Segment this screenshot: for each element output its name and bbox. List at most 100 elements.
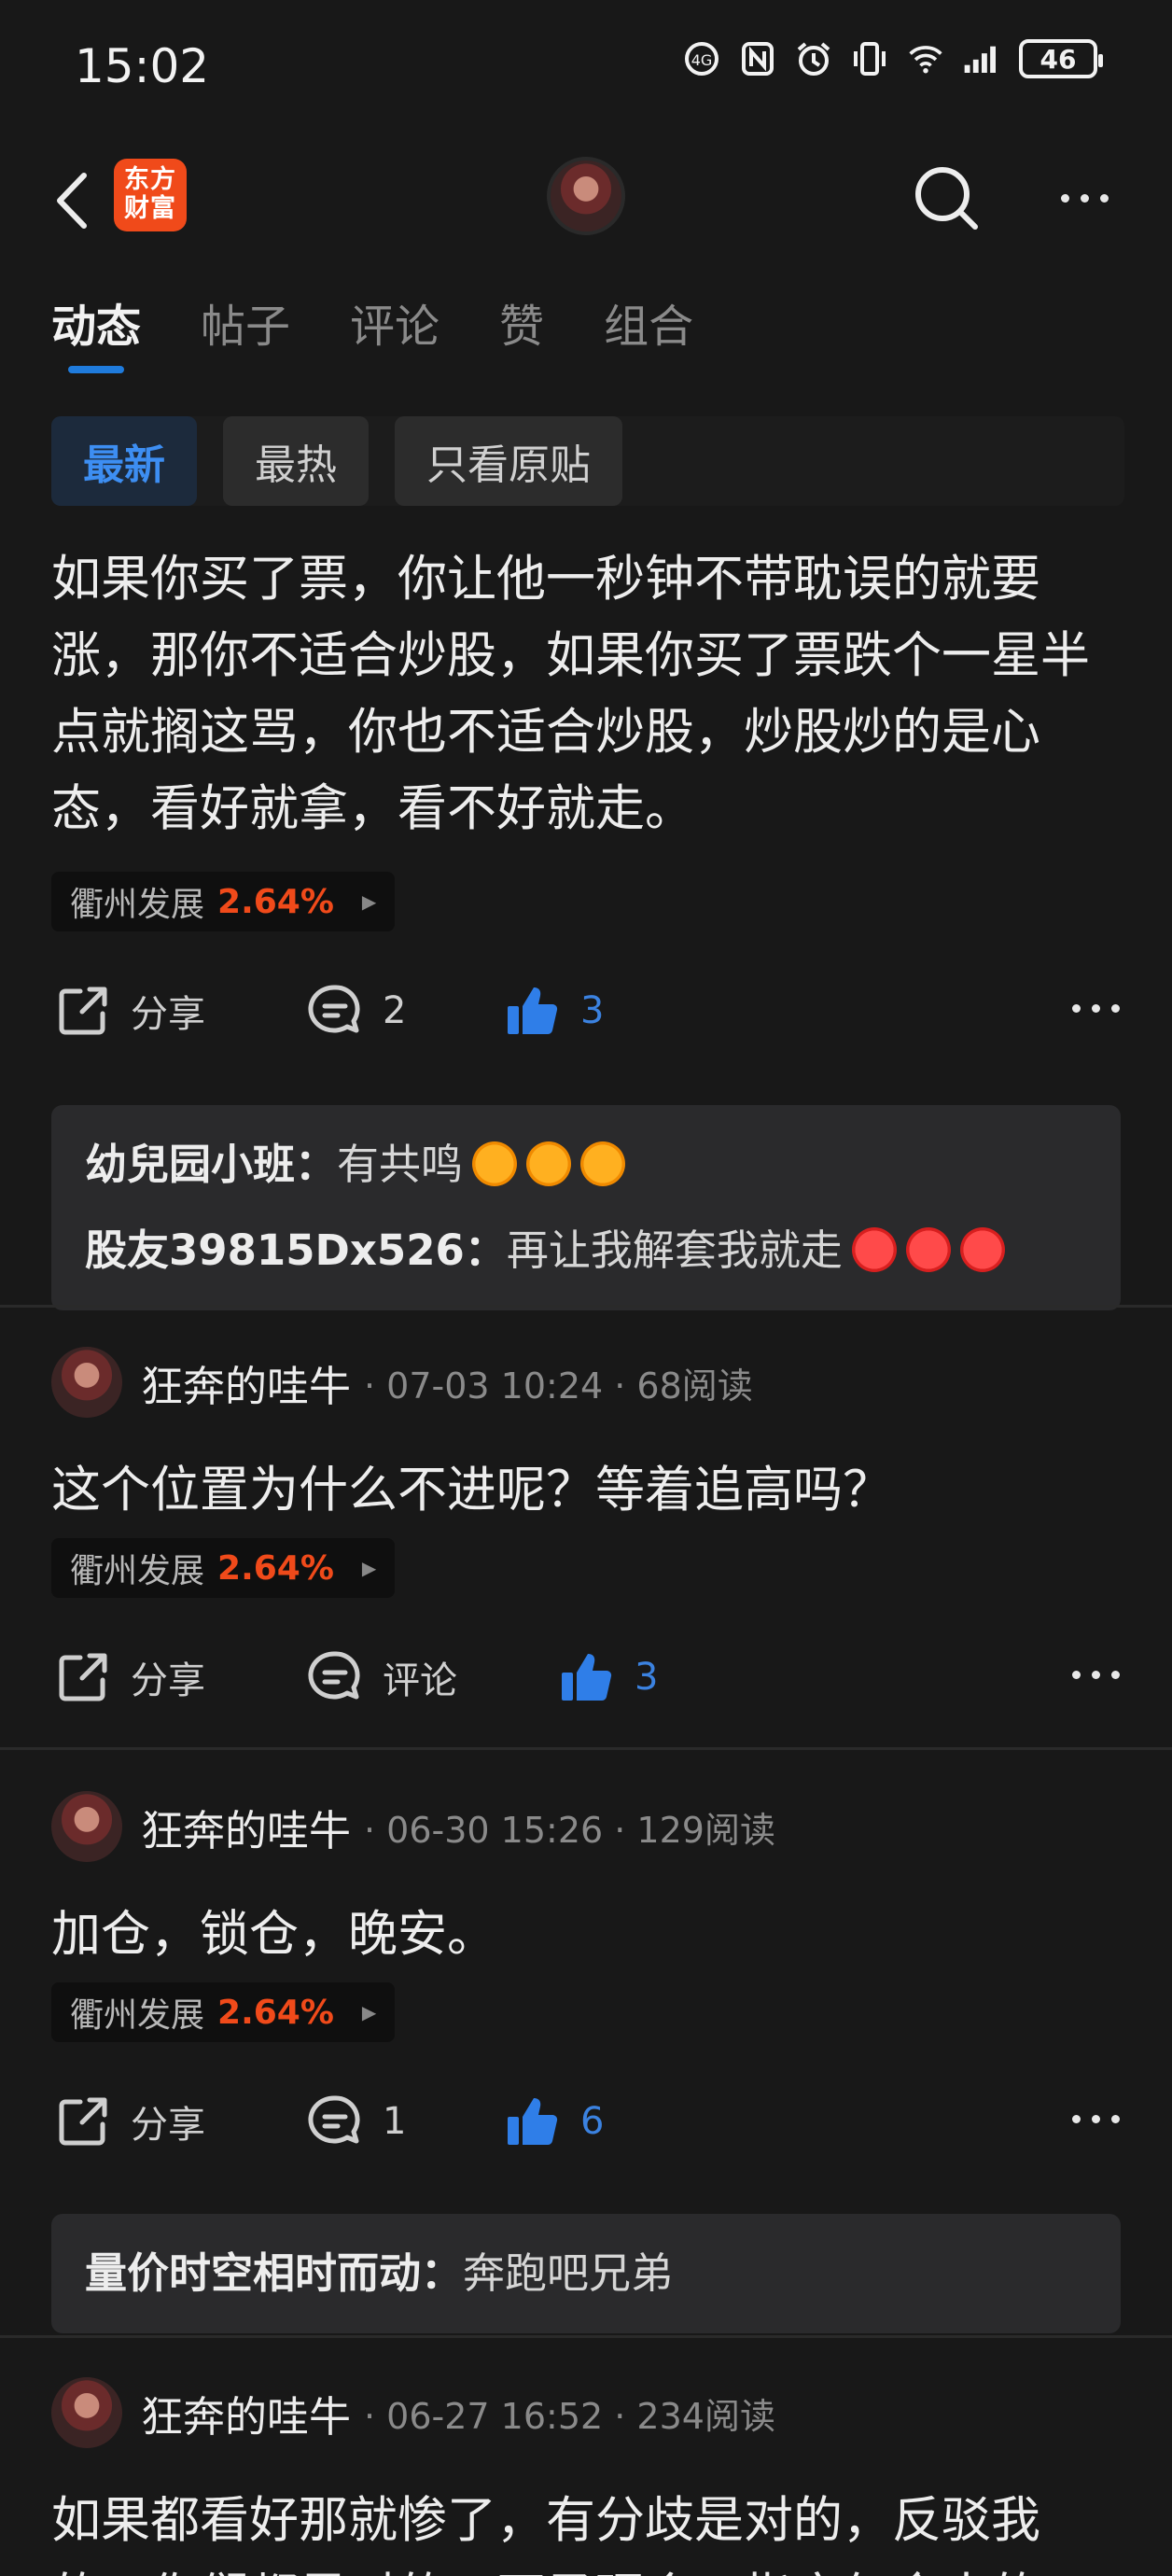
comment-icon [306, 982, 364, 1040]
more-icon-dot [1092, 2115, 1100, 2123]
thumbs-up-icon [504, 982, 562, 1040]
more-icon [1072, 2115, 1081, 2123]
more-icon-dot [1080, 193, 1089, 203]
more-icon [1072, 1671, 1081, 1679]
reply-text: 再让我解套我就走 [506, 1225, 843, 1275]
post-text[interactable]: 这个位置为什么不进呢？等着追高吗？ [0, 1452, 1172, 1529]
signal-icon [963, 39, 1000, 78]
post-divider [0, 1747, 1172, 1750]
tab-posts[interactable]: 帖子 [201, 289, 290, 355]
reply-text: 有共鸣 [337, 1140, 464, 1189]
comment-label: 评论 [383, 1659, 457, 1702]
stock-tag[interactable]: 衢州发展 2.64% ▶ [51, 1538, 396, 1598]
svg-text:4G: 4G [691, 51, 713, 69]
comment-icon [306, 1648, 364, 1706]
post-text[interactable]: 如果都看好那就惨了，有分歧是对的，反驳我的，你们都是对的，不予理会，指育气命大的 [0, 2483, 1172, 2576]
replies-box[interactable]: 幼兒园小班：有共鸣 股友39815Dx526：再让我解套我就走 [51, 1105, 1121, 1310]
angry-emoji-icon [959, 1227, 1005, 1272]
stock-name: 衢州发展 [70, 886, 205, 924]
stock-change: 2.64% [217, 1548, 334, 1588]
more-icon-dot [1092, 1004, 1100, 1013]
share-icon [54, 982, 112, 1040]
profile-tabs: 动态 帖子 评论 赞 组合 [51, 289, 753, 373]
tab-comments[interactable]: 评论 [350, 289, 440, 355]
share-icon [54, 2093, 112, 2150]
tab-dynamics[interactable]: 动态 [51, 289, 141, 373]
post-divider [0, 1305, 1172, 1308]
reply-item: 量价时空相时而动：奔跑吧兄弟 [85, 2231, 1087, 2317]
comment-count: 1 [383, 2100, 407, 2143]
filter-latest[interactable]: 最新 [51, 416, 197, 506]
comment-button[interactable]: 2 [306, 982, 406, 1040]
thumbs-up-icon [558, 1648, 616, 1706]
profile-avatar[interactable] [547, 157, 625, 235]
author-avatar[interactable] [51, 1347, 122, 1418]
author-avatar[interactable] [51, 2377, 122, 2448]
post-item: 狂奔的哇牛 · 06-30 15:26 · 129阅读 加仓，锁仓，晚安。 衢州… [0, 1785, 1172, 2333]
search-button[interactable] [909, 161, 984, 235]
share-button[interactable]: 分享 [54, 2093, 205, 2150]
more-icon-dot [1099, 193, 1109, 203]
post-header: 狂奔的哇牛 · 07-03 10:24 · 68阅读 [0, 1340, 1172, 1424]
share-label: 分享 [131, 993, 205, 1036]
angry-emoji-icon [851, 1227, 897, 1272]
like-button[interactable]: 3 [558, 1648, 658, 1706]
like-button[interactable]: 6 [504, 2093, 604, 2150]
more-icon [1072, 1004, 1081, 1013]
replies-box[interactable]: 量价时空相时而动：奔跑吧兄弟 [51, 2214, 1121, 2333]
tab-likes[interactable]: 赞 [499, 289, 544, 355]
reply-author[interactable]: 幼兒园小班： [85, 1140, 337, 1189]
back-button[interactable] [47, 168, 103, 233]
like-button[interactable]: 3 [504, 982, 604, 1040]
post-actions: 分享 评论 3 [0, 1648, 1172, 1732]
reply-author[interactable]: 量价时空相时而动： [85, 2248, 463, 2298]
post-meta: · 06-30 15:26 · 129阅读 [364, 1809, 775, 1851]
filter-hot[interactable]: 最热 [223, 416, 369, 506]
laugh-emoji-icon [472, 1141, 518, 1186]
reply-author[interactable]: 股友39815Dx526： [85, 1225, 507, 1275]
more-icon-dot [1092, 1671, 1100, 1679]
like-count: 6 [580, 2100, 605, 2143]
author-avatar[interactable] [51, 1791, 122, 1862]
reply-item: 股友39815Dx526：再让我解套我就走 [85, 1208, 1087, 1294]
post-text[interactable]: 加仓，锁仓，晚安。 [0, 1897, 1172, 1973]
author-name[interactable]: 狂奔的哇牛 [141, 2383, 351, 2443]
post-header: 狂奔的哇牛 · 06-27 16:52 · 234阅读 [0, 2371, 1172, 2455]
stock-name: 衢州发展 [70, 1996, 205, 2035]
more-button[interactable] [1047, 161, 1122, 235]
app-logo: 东方 财富 [114, 159, 187, 231]
top-nav: 东方 财富 [0, 149, 1172, 243]
vibrate-icon [851, 39, 888, 78]
post-more-button[interactable] [1072, 2115, 1120, 2123]
battery-indicator: 46 [1019, 39, 1103, 78]
angry-emoji-icon [905, 1227, 951, 1272]
alarm-icon [795, 39, 832, 78]
post-more-button[interactable] [1072, 1004, 1120, 1013]
more-icon-dot [1111, 2115, 1120, 2123]
share-button[interactable]: 分享 [54, 1648, 205, 1706]
filter-original-only[interactable]: 只看原贴 [395, 416, 622, 506]
stock-name: 衢州发展 [70, 1552, 205, 1590]
share-label: 分享 [131, 2104, 205, 2147]
reply-item: 幼兒园小班：有共鸣 [85, 1122, 1087, 1208]
post-more-button[interactable] [1072, 1671, 1120, 1679]
hd-icon: 4G [683, 39, 720, 78]
share-button[interactable]: 分享 [54, 982, 205, 1040]
play-arrow-icon: ▶ [361, 2001, 377, 2023]
post-meta: · 06-27 16:52 · 234阅读 [364, 2395, 775, 2437]
post-divider [0, 2335, 1172, 2338]
comment-button[interactable]: 1 [306, 2093, 406, 2150]
stock-tag[interactable]: 衢州发展 2.64% ▶ [51, 872, 396, 931]
author-name[interactable]: 狂奔的哇牛 [141, 1352, 351, 1413]
reply-text: 奔跑吧兄弟 [463, 2248, 674, 2298]
stock-tag[interactable]: 衢州发展 2.64% ▶ [51, 1982, 396, 2042]
tab-portfolio[interactable]: 组合 [604, 289, 693, 355]
post-text[interactable]: 如果你买了票，你让他一秒钟不带耽误的就要涨，那你不适合炒股，如果你买了票跌个一星… [0, 541, 1172, 847]
post-meta: · 07-03 10:24 · 68阅读 [364, 1365, 753, 1407]
more-icon-dot [1111, 1004, 1120, 1013]
nfc-icon [739, 39, 776, 78]
comment-button[interactable]: 评论 [306, 1648, 457, 1706]
author-name[interactable]: 狂奔的哇牛 [141, 1797, 351, 1857]
post-header: 狂奔的哇牛 · 06-30 15:26 · 129阅读 [0, 1785, 1172, 1869]
logo-line1: 东方 [124, 165, 176, 194]
